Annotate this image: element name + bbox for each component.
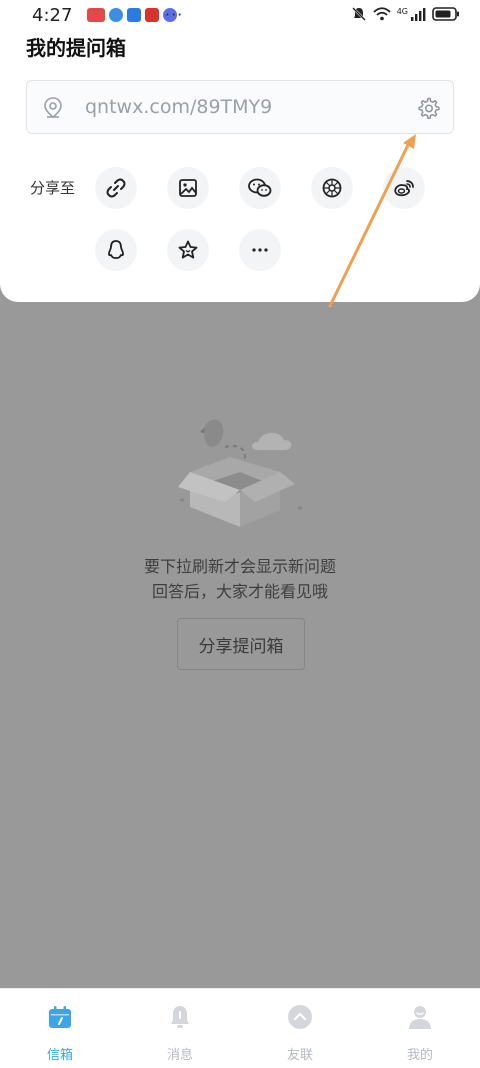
location-pin-icon	[44, 97, 62, 119]
notification-app-icon	[145, 8, 159, 22]
wechat-icon	[248, 178, 272, 197]
share-wechat-button[interactable]	[239, 167, 281, 209]
tab-profile-label: 我的	[406, 1048, 433, 1063]
image-icon	[179, 179, 197, 197]
status-bar: 4:27 ··· 4G	[0, 0, 480, 32]
mute-bell-icon	[351, 7, 366, 21]
tab-messages[interactable]: 消息	[120, 989, 240, 1068]
profile-icon	[409, 1006, 431, 1029]
qq-icon	[108, 240, 124, 259]
share-sheet: 我的提问箱 qntwx.com/89TMY9 分享至	[0, 0, 480, 302]
status-time: 4:27	[32, 5, 73, 26]
wifi-icon	[373, 7, 391, 21]
share-link-button[interactable]	[95, 167, 137, 209]
more-icon	[252, 248, 268, 252]
favorite-button[interactable]	[167, 229, 209, 271]
empty-hint-line2: 回答后，大家才能看见哦	[151, 582, 328, 601]
tab-friends-label: 友联	[286, 1048, 313, 1063]
share-more-button[interactable]	[239, 229, 281, 271]
empty-box-illustration	[178, 419, 302, 527]
notification-app-icon	[109, 8, 123, 22]
gear-icon[interactable]	[416, 96, 440, 120]
share-moments-button[interactable]	[311, 167, 353, 209]
notification-app-icon	[127, 8, 141, 22]
tab-friends[interactable]: 友联	[240, 989, 360, 1068]
share-to-label: 分享至	[30, 179, 76, 197]
star-icon	[178, 240, 198, 259]
link-icon	[106, 178, 126, 198]
weibo-icon	[394, 180, 414, 197]
share-image-button[interactable]	[167, 167, 209, 209]
share-weibo-button[interactable]	[383, 167, 425, 209]
sheet-title: 我的提问箱	[26, 36, 126, 60]
bottom-tab-bar: 信箱 消息 友联 我的	[0, 988, 480, 1068]
bell-icon	[171, 1006, 189, 1028]
share-url-field[interactable]: qntwx.com/89TMY9	[26, 80, 454, 134]
tab-messages-label: 消息	[166, 1048, 193, 1063]
notification-app-icon	[87, 8, 105, 22]
tab-profile[interactable]: 我的	[360, 989, 480, 1068]
share-url-text: qntwx.com/89TMY9	[85, 96, 273, 118]
tab-inbox[interactable]: 信箱	[0, 989, 120, 1068]
system-status-icons: 4G	[351, 6, 460, 22]
notification-icons	[87, 8, 177, 22]
moments-icon	[322, 178, 342, 198]
screen: 要下拉刷新才会显示新问题 回答后，大家才能看见哦 分享提问箱 我的提问箱 qnt…	[0, 0, 480, 1068]
battery-icon	[432, 7, 459, 21]
tab-inbox-label: 信箱	[46, 1048, 73, 1063]
friends-compass-icon	[288, 1005, 312, 1029]
share-qq-button[interactable]	[95, 229, 137, 271]
network-type-label: 4G	[396, 6, 408, 16]
signal-icon	[411, 8, 426, 21]
empty-hint-line1: 要下拉刷新才会显示新问题	[143, 557, 336, 576]
more-notifications-indicator: ···	[165, 5, 184, 24]
inbox-calendar-icon	[49, 1006, 71, 1028]
share-inbox-button[interactable]: 分享提问箱	[177, 618, 305, 670]
